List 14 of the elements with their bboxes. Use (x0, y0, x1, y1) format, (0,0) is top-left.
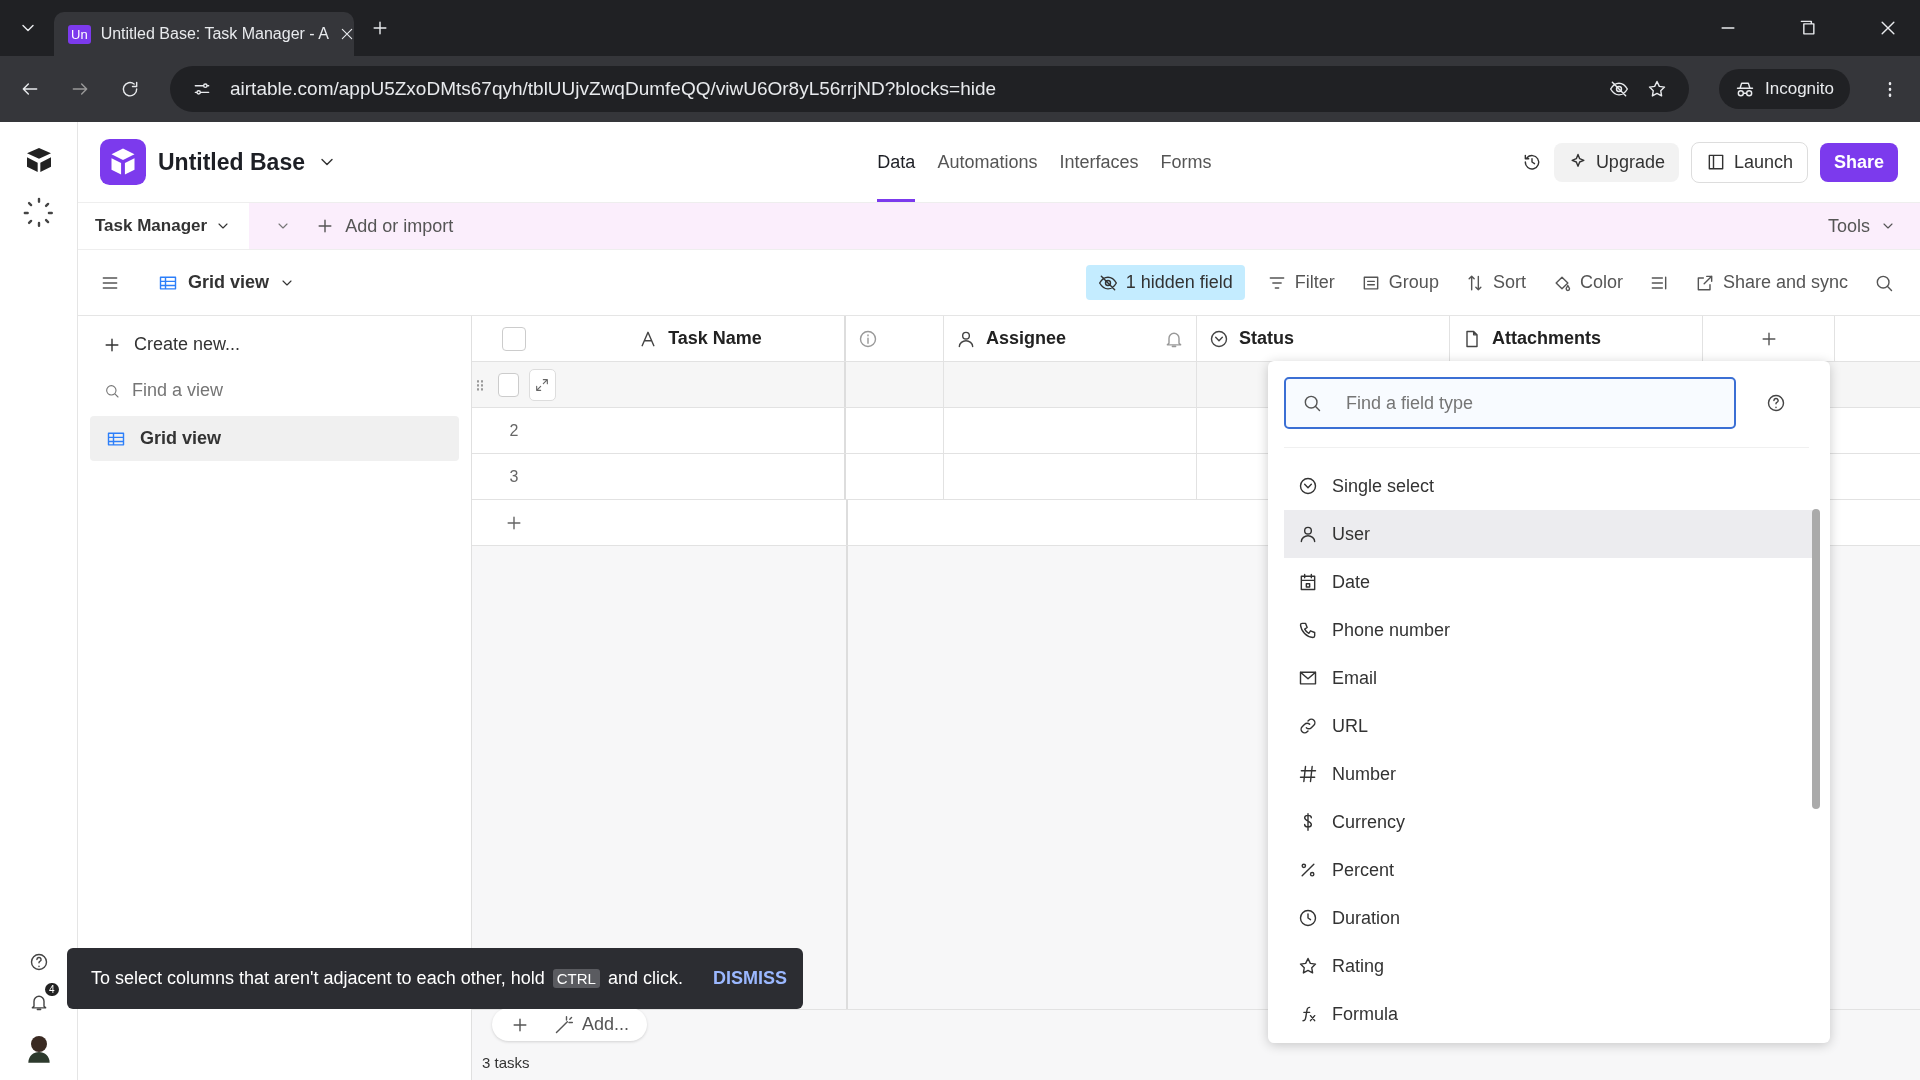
url-text: airtable.com/appU5ZxoDMts67qyh/tblUUjvZwqDumfeQQ/viwU6Or8yL56rrjND?blocks=hide (230, 78, 997, 100)
key-hint: CTRL (552, 969, 600, 988)
tab-title: Untitled Base: Task Manager - A (100, 25, 329, 43)
row-number: 3 (509, 467, 519, 486)
favicon: Un (68, 24, 91, 44)
row-number: 2 (509, 421, 519, 440)
toast-message: To select columns that aren't adjacent to each other, hold (91, 968, 545, 989)
toast-message: and click. (607, 968, 683, 989)
notification-badge: 4 (44, 983, 59, 996)
column-name: Attachments (1492, 328, 1602, 349)
record-count: 3 tasks (482, 1054, 531, 1071)
column-name: Task Name (668, 328, 762, 349)
column-name: Assignee (986, 328, 1067, 349)
column-name: Status (1239, 328, 1294, 349)
